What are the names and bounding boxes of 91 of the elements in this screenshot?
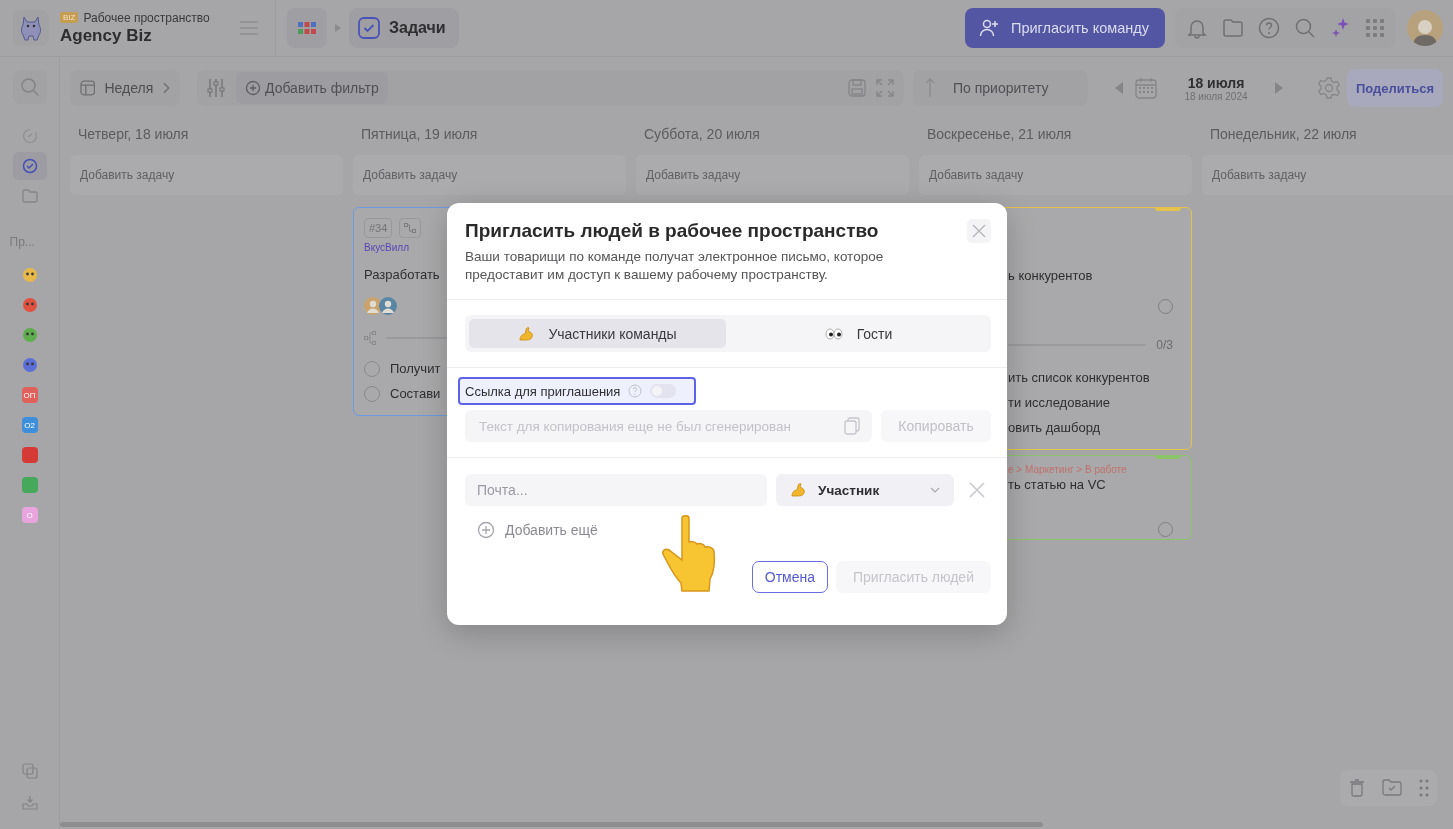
day-heading: Четверг, 18 июля <box>77 126 190 144</box>
trash-icon[interactable] <box>1348 779 1365 797</box>
previous-icon[interactable] <box>1115 82 1123 94</box>
workspace-name[interactable]: Agency Biz <box>60 25 210 46</box>
add-more-button[interactable]: Добавить ещё <box>477 521 598 539</box>
plus-circle-icon[interactable] <box>245 80 261 96</box>
current-date: 18 июля <box>1187 74 1245 91</box>
plan-badge: BIZ <box>60 12 79 23</box>
user-avatar[interactable] <box>1407 10 1443 46</box>
cat-logo-icon[interactable] <box>13 10 49 46</box>
email-field[interactable]: Почта... <box>465 474 768 506</box>
project-emoji-icon[interactable] <box>21 357 38 373</box>
role-dropdown[interactable]: Участник <box>776 474 954 506</box>
subtasks-icon <box>364 331 376 345</box>
task-title[interactable]: ть статью на VC <box>1008 477 1106 492</box>
tasks-nav-item[interactable] <box>12 152 47 180</box>
apps-button[interactable] <box>287 8 327 48</box>
plus-circle-icon[interactable] <box>477 521 495 539</box>
close-icon[interactable] <box>972 224 986 238</box>
task-title[interactable]: ь конкурентов <box>1008 268 1093 283</box>
settings-icon[interactable] <box>1318 77 1340 99</box>
eyes-icon <box>824 327 843 340</box>
sliders-icon[interactable] <box>206 78 226 98</box>
close-button[interactable] <box>967 219 991 243</box>
day-heading: Воскресенье, 21 июля <box>926 126 1073 144</box>
project-emoji-icon[interactable] <box>21 267 38 283</box>
chevron-right-icon <box>335 24 341 32</box>
week-view-button[interactable]: Неделя <box>70 70 180 106</box>
close-icon[interactable] <box>969 482 985 498</box>
dialog-title: Пригласить людей в рабочее пространство <box>465 220 879 242</box>
dialog-description: Ваши товарищи по команде получат электронное письмо, которое предоставит им доступ к вашему рабочему пространству. <box>465 248 885 284</box>
search-icon[interactable] <box>19 77 40 97</box>
day-heading: Суббота, 20 июля <box>643 126 761 144</box>
save-icon[interactable] <box>848 79 866 97</box>
add-user-icon[interactable] <box>979 19 999 37</box>
add-task-field[interactable]: Добавить задачу <box>636 155 909 195</box>
checkbox-icon[interactable] <box>358 17 380 39</box>
tasks-breadcrumb[interactable]: Задачи <box>349 8 459 48</box>
subtask-title[interactable]: овить дашборд <box>1008 420 1101 435</box>
sort-button[interactable]: По приоритету <box>913 70 1088 106</box>
subtask-title[interactable]: ти исследование <box>1008 395 1111 410</box>
folder-check-icon[interactable] <box>1381 779 1402 797</box>
add-task-field[interactable]: Добавить задачу <box>353 155 626 195</box>
subtask-title[interactable]: Состави <box>390 386 441 401</box>
table-icon[interactable] <box>80 80 96 96</box>
add-task-field[interactable]: Добавить задачу <box>70 155 343 195</box>
colored-grid-icon[interactable] <box>298 22 316 34</box>
inbox-icon[interactable] <box>21 795 38 811</box>
help-icon[interactable] <box>628 384 643 398</box>
next-icon[interactable] <box>1275 82 1283 94</box>
folder-icon[interactable] <box>21 189 38 203</box>
subtask-title[interactable]: ить список конкурентов <box>1008 370 1150 385</box>
gauge-icon[interactable] <box>21 128 38 144</box>
scrollbar[interactable] <box>60 822 1043 827</box>
tab[interactable]: Участники команды <box>469 319 726 348</box>
day-heading: Понедельник, 22 июля <box>1209 126 1358 144</box>
project-emoji-icon[interactable] <box>21 327 38 343</box>
workspace-label: Рабочее пространство <box>83 10 210 25</box>
layers-icon[interactable] <box>21 763 38 779</box>
invite-team-button[interactable]: Пригласить команду <box>965 8 1165 48</box>
drag-handle-icon[interactable] <box>1418 779 1429 797</box>
assignee-avatar[interactable] <box>379 297 397 315</box>
apps-grid-icon[interactable] <box>1366 19 1384 37</box>
arrow-up-icon[interactable] <box>925 78 935 98</box>
project-icon[interactable] <box>21 477 38 493</box>
cancel-button[interactable]: Отмена <box>751 561 828 593</box>
invite-link-label: Ссылка для приглашения <box>465 383 621 399</box>
bell-icon[interactable] <box>1186 17 1208 39</box>
expand-icon[interactable] <box>876 79 894 97</box>
copy-icon[interactable] <box>844 417 860 435</box>
folder-icon[interactable] <box>1222 18 1244 38</box>
chevron-right-icon[interactable] <box>162 82 170 94</box>
subtask-title[interactable]: Получит <box>390 361 441 376</box>
check-circle-icon[interactable] <box>21 158 38 174</box>
project-emoji-icon[interactable] <box>21 297 38 313</box>
add-filter-button[interactable]: Добавить фильтр <box>236 72 388 104</box>
task-title[interactable]: Разработать <box>364 267 440 282</box>
share-button[interactable]: Поделиться <box>1347 69 1443 107</box>
project-icon[interactable] <box>21 447 38 463</box>
day-heading: Пятница, 19 июля <box>360 126 479 144</box>
subtask-count: 0/3 <box>1156 338 1173 352</box>
chevron-down-icon[interactable] <box>930 487 940 493</box>
project-icon[interactable]: ОП <box>21 387 38 403</box>
add-task-field[interactable]: Добавить задачу <box>1202 155 1453 195</box>
search-button[interactable] <box>12 70 47 104</box>
add-task-field[interactable]: Добавить задачу <box>919 155 1192 195</box>
project-icon[interactable]: О2 <box>21 417 38 433</box>
help-icon[interactable] <box>1258 17 1280 39</box>
calendar-icon[interactable] <box>1135 77 1157 99</box>
search-icon[interactable] <box>1294 17 1316 39</box>
git-branch-icon[interactable] <box>399 218 422 238</box>
